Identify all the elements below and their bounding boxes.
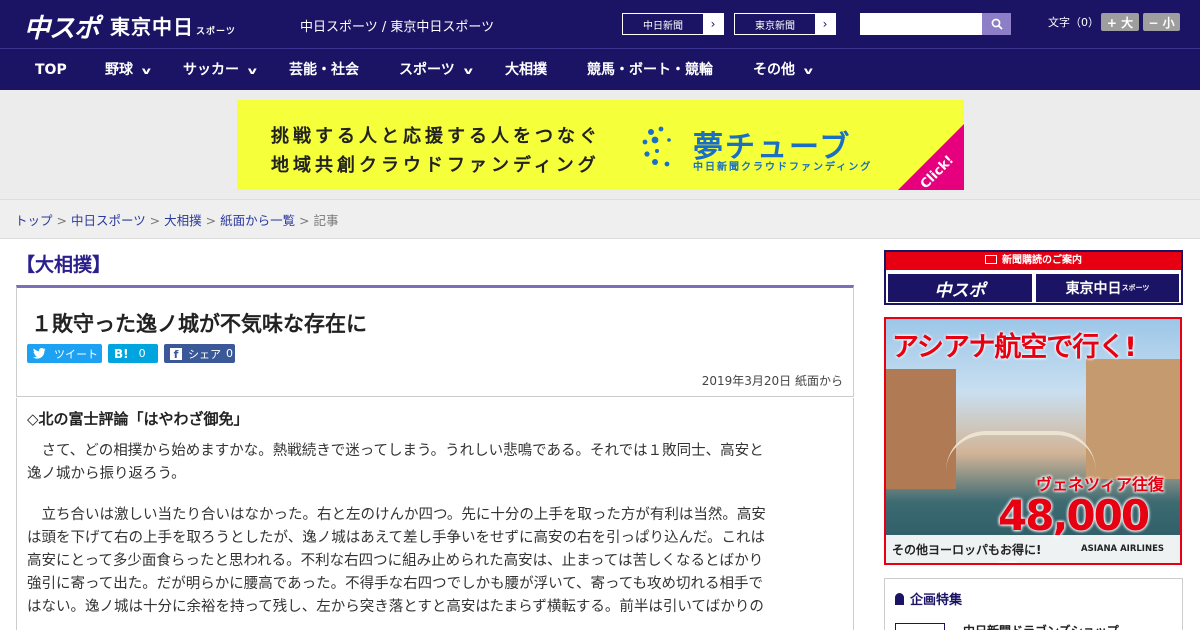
dots-logo-icon (642, 126, 671, 167)
subscription-heading: 新聞購読のご案内 (886, 252, 1181, 270)
search-input[interactable] (860, 13, 982, 35)
paragraph: 立ち合いは激しい当たり合いはなかった。右と左のけんか四つ。先に十分の上手を取った… (27, 504, 845, 619)
facebook-label: シェア (188, 347, 221, 361)
article-subhead: ◇北の富士評論「はやわざ御免」 (27, 410, 249, 428)
chuspo-logo[interactable]: 中スポ (24, 8, 100, 45)
tweet-label: ツイート (54, 347, 98, 361)
facebook-count: 0 (226, 347, 233, 360)
breadcrumb-current: 記事 (313, 213, 339, 228)
chevron-down-icon: v (141, 66, 151, 77)
nav-label: スポーツ (399, 62, 455, 78)
font-bigger-button[interactable]: + 大 (1101, 13, 1139, 31)
paragraph-line: は頭を下げて右の上手を取ろうとしたが、逸ノ城はあえて差し手争いをせずに高安の右を… (27, 530, 766, 546)
article-header: １敗守った逸ノ城が不気味な存在に ツイート B! 0 f シェア 0 2019年… (16, 285, 854, 397)
tokyo-logo-text: 東京中日 (110, 15, 194, 39)
ad-footer: その他ヨーロッパもお得に! ASIANA AIRLINES (886, 535, 1180, 563)
ad-image-building (886, 369, 956, 489)
search-icon (991, 18, 1003, 30)
banner-brand-sub: 中日新聞クラウドファンディング (693, 162, 873, 173)
nav-top[interactable]: TOP (35, 49, 67, 91)
paragraph-line: はない。逸ノ城は十分に余裕を持って残し、左から突き落とすと高安はたまらず横転する… (27, 599, 764, 615)
feature-title-text: 企画特集 (910, 593, 963, 608)
nav-label: 野球 (105, 62, 133, 78)
banner-line2: 地域共創クラウドファンディング (271, 155, 600, 176)
tokyo-logo-small: スポーツ (196, 27, 236, 37)
facebook-icon: f (170, 347, 182, 361)
paper-link-label: 中日新聞 (643, 20, 683, 32)
nav-other[interactable]: その他 v (753, 49, 813, 91)
ribbon-icon (895, 593, 904, 605)
nav-label: 競馬・ボート・競輪 (587, 62, 713, 78)
paragraph-line: 高安にとって多少面食らったと思われる。不利な右四つに組み止められた高安は、止まっ… (27, 553, 764, 569)
nav-label: TOP (35, 62, 67, 78)
nav-label: 芸能・社会 (289, 62, 359, 78)
hatena-bookmark-button[interactable]: B! 0 (108, 344, 158, 363)
chevron-down-icon: v (803, 66, 813, 77)
nav-label: サッカー (183, 62, 239, 78)
chevron-right-icon: › (815, 14, 835, 34)
paragraph-line: 立ち合いは激しい当たり合いはなかった。右と左のけんか四つ。先に十分の上手を取った… (27, 507, 766, 523)
nav-soccer[interactable]: サッカー v (183, 49, 257, 91)
ad-footer-text: その他ヨーロッパもお得に! (892, 543, 1042, 557)
breadcrumb-list[interactable]: 紙面から一覧 (220, 213, 295, 228)
feature-title: 企画特集 (895, 589, 962, 608)
ad-image-bridge (946, 431, 1096, 471)
nav-racing[interactable]: 競馬・ボート・競輪 (587, 49, 713, 91)
hatena-b-icon: B! (114, 346, 129, 361)
subscribe-chuspo-button[interactable]: 中スポ (888, 274, 1032, 302)
facebook-share-button[interactable]: f シェア 0 (164, 344, 235, 363)
nav-baseball[interactable]: 野球 v (105, 49, 151, 91)
chevron-down-icon: v (247, 66, 257, 77)
ad-headline: アシアナ航空で行く! (892, 332, 1137, 363)
nav-sports[interactable]: スポーツ v (399, 49, 473, 91)
main-nav: TOP 野球 v サッカー v 芸能・社会 スポーツ v 大相撲 競馬・ボート・競輪 … (0, 48, 1200, 90)
newspaper-icon (985, 255, 997, 264)
tokyo-chunichi-logo[interactable]: 東京中日 スポーツ (110, 11, 236, 40)
top-header: 中スポ 東京中日 スポーツ 中日スポーツ / 東京中日スポーツ 中日新聞 › 東京… (0, 0, 1200, 48)
subscribe-tokyo-text: 東京中日 (1065, 281, 1122, 297)
chevron-right-icon: › (703, 14, 723, 34)
site-title: 中日スポーツ / 東京中日スポーツ (300, 20, 495, 35)
chevron-down-icon: v (463, 66, 473, 77)
feature-thumbnail[interactable] (895, 623, 945, 630)
nav-label: 大相撲 (505, 62, 547, 78)
ad-image-building (1086, 359, 1180, 479)
paragraph-line: さて、どの相撲から始めますかな。熱戦続きで迷ってしまう。うれしい悲鳴である。それ… (27, 443, 764, 459)
subscription-heading-text: 新聞購読のご案内 (1002, 255, 1082, 266)
nav-label: その他 (753, 62, 795, 78)
feature-item-link[interactable]: 中日新聞ドラゴンズショップ (963, 622, 1119, 630)
breadcrumb: トップ > 中日スポーツ > 大相撲 > 紙面から一覧 > 記事 (15, 213, 339, 228)
subscription-box: 新聞購読のご案内 中スポ 東京中日 スポーツ (884, 250, 1183, 305)
article-date: 2019年3月20日 紙面から (701, 374, 843, 388)
ad-airline-name: ASIANA AIRLINES (1081, 544, 1164, 554)
subscribe-tokyo-button[interactable]: 東京中日 スポーツ (1036, 274, 1179, 302)
article-title: １敗守った逸ノ城が不気味な存在に (31, 312, 367, 336)
feature-box: 企画特集 中日新聞ドラゴンズショップ (884, 578, 1183, 630)
ad-price-value: 48,000 (998, 491, 1150, 540)
font-size-label: 文字（0） (1048, 16, 1099, 29)
chunichi-shimbun-link[interactable]: 中日新聞 › (622, 13, 724, 35)
banner-area: 挑戦する人と応援する人をつなぐ 地域共創クラウドファンディング 夢チューブ 中日… (0, 90, 1200, 200)
crowdfunding-banner[interactable]: 挑戦する人と応援する人をつなぐ 地域共創クラウドファンディング 夢チューブ 中日… (237, 100, 964, 190)
breadcrumb-top[interactable]: トップ (15, 213, 53, 228)
category-label: 【大相撲】 (16, 254, 112, 276)
hatena-count: 0 (138, 347, 146, 360)
subscribe-tokyo-small: スポーツ (1121, 284, 1150, 292)
breadcrumb-chunichi-sports[interactable]: 中日スポーツ (71, 213, 146, 228)
tweet-button[interactable]: ツイート (27, 344, 102, 363)
tokyo-shimbun-link[interactable]: 東京新聞 › (734, 13, 836, 35)
nav-entertainment[interactable]: 芸能・社会 (289, 49, 359, 91)
paper-link-label: 東京新聞 (755, 20, 795, 32)
font-smaller-button[interactable]: − 小 (1143, 13, 1180, 31)
breadcrumb-sumo[interactable]: 大相撲 (164, 213, 202, 228)
article-body: ◇北の富士評論「はやわざ御免」 さて、どの相撲から始めますかな。熱戦続きで迷って… (16, 398, 854, 630)
twitter-icon (33, 348, 46, 359)
paragraph: さて、どの相撲から始めますかな。熱戦続きで迷ってしまう。うれしい悲鳴である。それ… (27, 440, 845, 486)
banner-line1: 挑戦する人と応援する人をつなぐ (271, 126, 601, 147)
paragraph-line: 逸ノ城から振り返ろう。 (27, 466, 186, 482)
asiana-ad[interactable]: アシアナ航空で行く! ヴェネツィア往復 48,000円〜 その他ヨーロッパもお得… (884, 317, 1182, 565)
search-button[interactable] (982, 13, 1011, 35)
paragraph-line: 強引に寄って出た。だが明らかに腰高であった。不得手な右四つでしかも腰が浮いて、寄… (27, 576, 764, 592)
nav-sumo[interactable]: 大相撲 (505, 49, 547, 91)
